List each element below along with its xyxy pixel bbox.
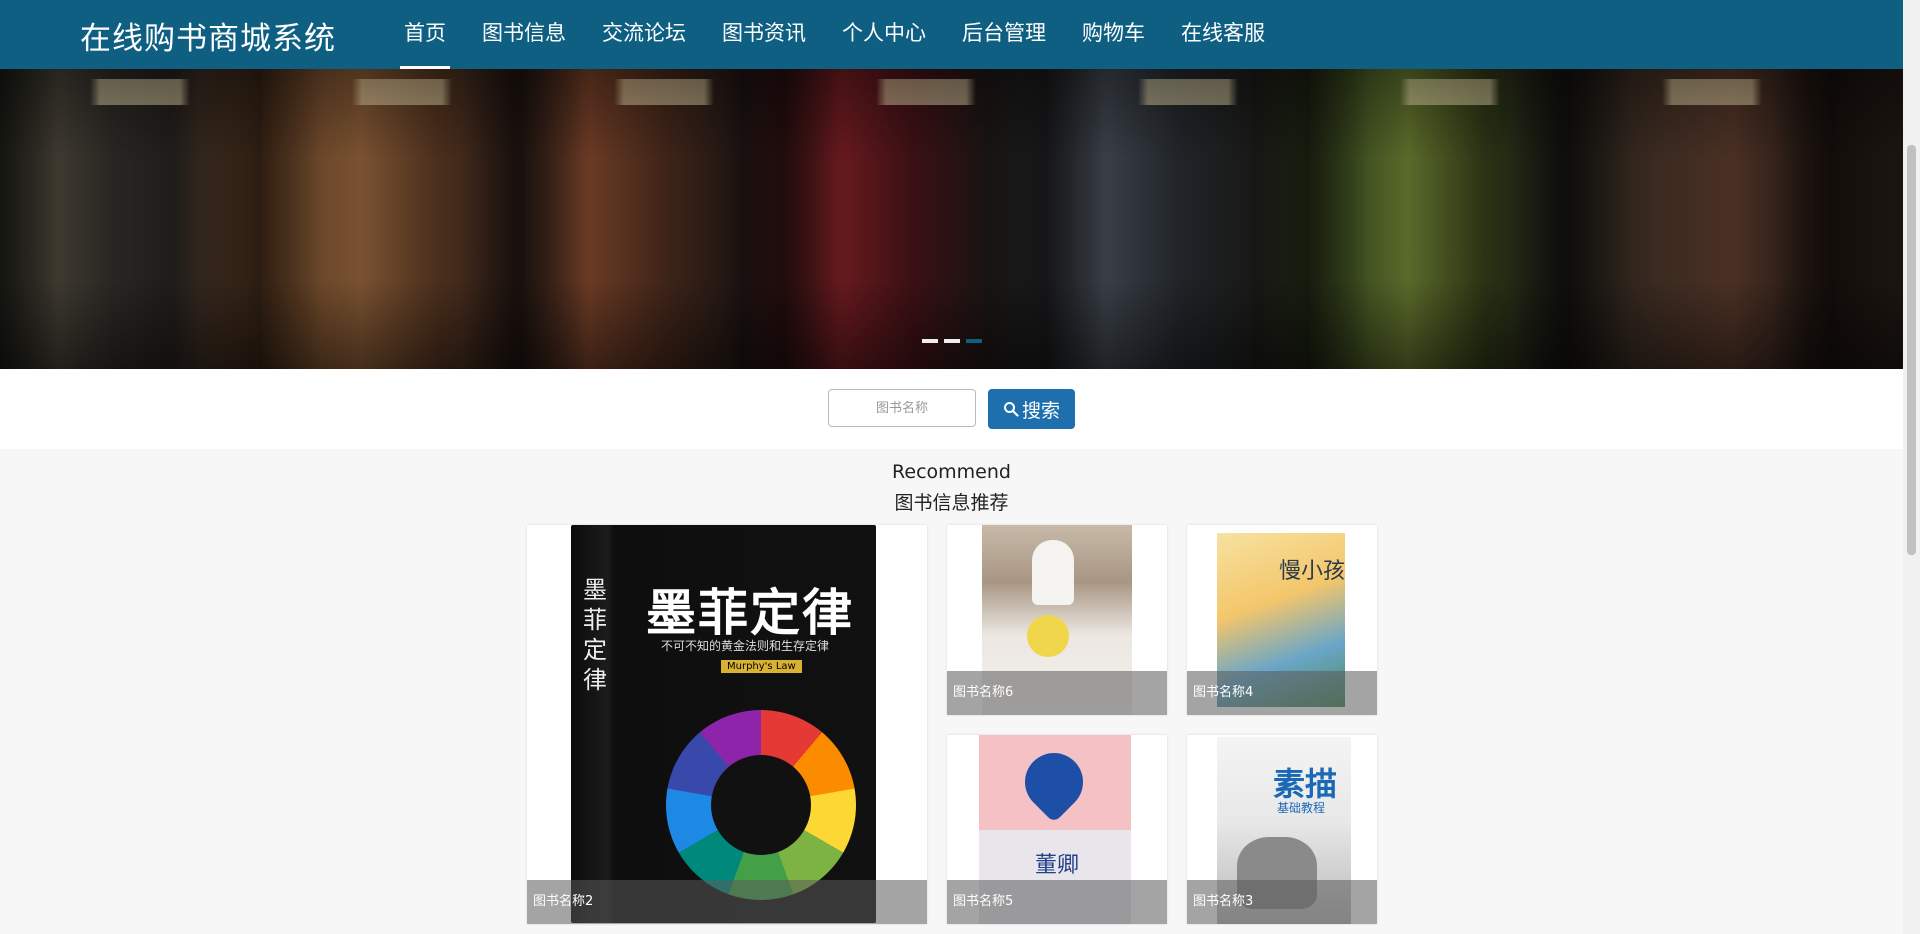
top-navbar: 在线购书商城系统 首页 图书信息 交流论坛 图书资讯 个人中心 后台管理 购物车… xyxy=(0,0,1903,69)
hero-image xyxy=(0,69,1903,369)
search-input[interactable] xyxy=(828,389,976,427)
nav-menu: 首页 图书信息 交流论坛 图书资讯 个人中心 后台管理 购物车 在线客服 xyxy=(386,0,1283,69)
site-title[interactable]: 在线购书商城系统 xyxy=(80,13,336,58)
search-icon xyxy=(1003,402,1019,417)
book-card[interactable]: 图书名称6 xyxy=(947,525,1167,715)
section-title-en: Recommend xyxy=(892,461,1011,483)
cover-color-wheel xyxy=(666,710,856,900)
nav-item-personal-center[interactable]: 个人中心 xyxy=(824,0,944,69)
cover-title: 墨菲定律 xyxy=(646,584,854,642)
search-button[interactable]: 搜索 xyxy=(988,389,1075,429)
cover-spine-title: 墨菲定律 xyxy=(583,576,607,694)
nav-item-cart[interactable]: 购物车 xyxy=(1064,0,1163,69)
cover-title: 董卿 xyxy=(1035,853,1080,878)
book-name: 图书名称2 xyxy=(527,880,927,924)
book-name: 图书名称6 xyxy=(947,671,1167,715)
section-title-zh: 图书信息推荐 xyxy=(894,492,1009,514)
search-button-label: 搜索 xyxy=(1021,399,1060,422)
carousel-dot[interactable] xyxy=(922,339,938,343)
book-card[interactable]: 素描 基础教程 图书名称3 xyxy=(1187,735,1377,924)
book-card[interactable]: 慢小孩 图书名称4 xyxy=(1187,525,1377,715)
nav-item-home[interactable]: 首页 xyxy=(386,0,464,69)
nav-item-customer-service[interactable]: 在线客服 xyxy=(1163,0,1283,69)
book-cover-image: 墨菲定律 墨菲定律 不可不知的黄金法则和生存定律 Murphy's Law xyxy=(571,525,876,923)
carousel-indicators xyxy=(922,339,982,343)
book-name: 图书名称5 xyxy=(947,880,1167,924)
cover-lotus xyxy=(1012,740,1096,824)
nav-item-book-info[interactable]: 图书信息 xyxy=(464,0,584,69)
book-name: 图书名称4 xyxy=(1187,671,1377,715)
scrollbar-thumb[interactable] xyxy=(1907,145,1916,555)
book-card[interactable]: 墨菲定律 墨菲定律 不可不知的黄金法则和生存定律 Murphy's Law 图书… xyxy=(527,525,927,924)
carousel-dot-active[interactable] xyxy=(966,339,982,343)
book-card[interactable]: 董卿 图书名称5 xyxy=(947,735,1167,924)
nav-item-forum[interactable]: 交流论坛 xyxy=(584,0,704,69)
cover-title: 慢小孩 xyxy=(1279,559,1346,584)
cover-tag: Murphy's Law xyxy=(721,660,802,673)
nav-item-admin[interactable]: 后台管理 xyxy=(944,0,1064,69)
carousel-dot[interactable] xyxy=(944,339,960,343)
hero-carousel[interactable] xyxy=(0,69,1903,369)
book-name: 图书名称3 xyxy=(1187,880,1377,924)
nav-item-book-news[interactable]: 图书资讯 xyxy=(704,0,824,69)
page-scrollbar[interactable] xyxy=(1903,0,1920,934)
cover-figure xyxy=(1032,540,1074,605)
cover-badge xyxy=(1027,615,1069,657)
cover-subtitle: 基础教程 xyxy=(1277,801,1326,815)
cover-subtitle: 不可不知的黄金法则和生存定律 xyxy=(661,639,830,653)
